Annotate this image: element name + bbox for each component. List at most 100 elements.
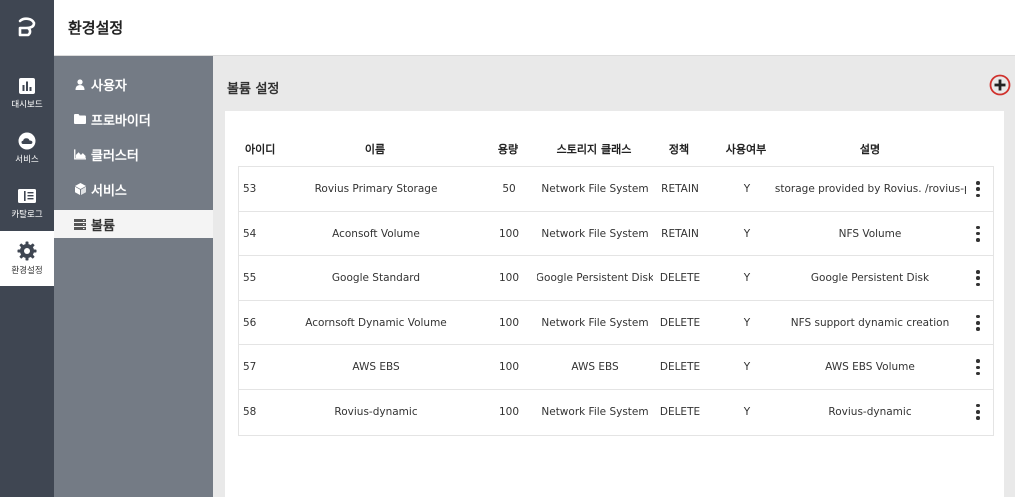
cell-policy: DELETE	[659, 405, 701, 418]
row-menu-icon[interactable]	[975, 314, 981, 331]
cell-storage-class: Network File System	[541, 405, 649, 418]
gear-icon	[17, 241, 37, 261]
cell-policy: DELETE	[659, 316, 701, 329]
cell-description: Google Persistent Disk	[810, 272, 930, 285]
book-icon	[18, 189, 36, 203]
cell-capacity: 100	[498, 227, 520, 240]
cell-policy: RETAIN	[661, 183, 699, 195]
cell-in-use: Y	[743, 405, 751, 418]
cell-name: Google Standard	[331, 272, 421, 285]
cell-storage-class: AWS EBS	[571, 361, 619, 374]
cell-storage-class: Network File System	[541, 227, 649, 240]
icon-rail: 대시보드 서비스 카탈로그 환경설정	[0, 0, 54, 497]
server-icon	[74, 218, 86, 230]
table-row[interactable]: 55 Google Standard 100 Google Persistent…	[239, 256, 993, 301]
row-menu-icon[interactable]	[975, 270, 981, 287]
column-header-capacity: 용량	[497, 143, 519, 156]
bar-chart-icon	[19, 78, 35, 94]
cube-icon	[74, 183, 86, 195]
rail-item-catalog[interactable]: 카탈로그	[0, 176, 54, 231]
main-content: 볼륨 설정 아이디 이름 용량 스토리지 클래스 정책 사용여부 설명 53 R…	[213, 56, 1015, 497]
table-row[interactable]: 58 Rovius-dynamic 100 Network File Syste…	[239, 390, 993, 435]
column-header-policy: 정책	[668, 143, 690, 156]
cloud-icon	[18, 132, 36, 150]
cell-id: 53	[243, 183, 257, 195]
table-header: 아이디 이름 용량 스토리지 클래스 정책 사용여부 설명	[225, 137, 1004, 161]
cell-name: Rovius Primary Storage	[314, 183, 438, 195]
folder-icon	[74, 113, 86, 125]
column-header-in-use: 사용여부	[725, 143, 767, 156]
top-header: 환경설정	[0, 0, 1015, 56]
row-menu-icon[interactable]	[975, 225, 981, 242]
table-body: 53 Rovius Primary Storage 50 Network Fil…	[238, 166, 994, 436]
row-menu-icon[interactable]	[975, 181, 981, 197]
subnav-item-label: 사용자	[91, 78, 127, 94]
cell-policy: RETAIN	[661, 227, 699, 240]
subnav-item-label: 볼륨	[91, 218, 115, 234]
table-row[interactable]: 56 Acornsoft Dynamic Volume 100 Network …	[239, 301, 993, 346]
page-title: 환경설정	[68, 19, 124, 37]
cell-description: NFS Volume	[838, 227, 902, 240]
column-header-description: 설명	[859, 143, 881, 156]
cell-description: NFS support dynamic creation	[790, 316, 950, 329]
cell-description: AWS EBS Volume	[825, 361, 915, 374]
cell-description: The storage provided by Rovius. /rovius-…	[774, 183, 966, 195]
rail-item-dashboard[interactable]: 대시보드	[0, 66, 54, 121]
cell-storage-class: Network File System	[541, 183, 649, 195]
subnav-item-label: 서비스	[91, 183, 127, 199]
app-logo[interactable]	[0, 0, 54, 56]
cell-id: 55	[243, 272, 257, 285]
section-title: 볼륨 설정	[227, 82, 280, 97]
column-header-name: 이름	[364, 143, 386, 156]
subnav-item-services[interactable]: 서비스	[54, 175, 213, 203]
rail-item-label: 서비스	[15, 155, 39, 165]
subnav-item-label: 클러스터	[91, 148, 139, 164]
cell-policy: DELETE	[659, 272, 701, 285]
cell-capacity: 100	[498, 361, 520, 374]
cell-in-use: Y	[743, 227, 751, 240]
cell-id: 54	[243, 227, 257, 240]
volume-table-card: 아이디 이름 용량 스토리지 클래스 정책 사용여부 설명 53 Rovius …	[225, 111, 1004, 497]
cell-storage-class: Network File System	[541, 316, 649, 329]
cell-id: 56	[243, 316, 257, 329]
subnav-item-label: 프로바이더	[91, 113, 151, 129]
subnav-item-volumes[interactable]: 볼륨	[54, 210, 213, 238]
row-menu-icon[interactable]	[975, 403, 981, 420]
cell-id: 57	[243, 361, 257, 374]
table-row[interactable]: 57 AWS EBS 100 AWS EBS DELETE Y AWS EBS …	[239, 345, 993, 390]
column-header-storage-class: 스토리지 클래스	[556, 143, 632, 156]
cell-capacity: 50	[502, 183, 516, 195]
cell-capacity: 100	[498, 405, 520, 418]
cell-in-use: Y	[743, 361, 751, 374]
cell-storage-class: Google Persistent Disk	[537, 272, 653, 285]
subnav-item-providers[interactable]: 프로바이더	[54, 105, 213, 133]
cell-in-use: Y	[743, 316, 751, 329]
user-icon	[74, 78, 86, 90]
add-volume-button[interactable]	[989, 74, 1011, 96]
table-row[interactable]: 53 Rovius Primary Storage 50 Network Fil…	[239, 167, 993, 212]
cell-name: Aconsoft Volume	[332, 227, 420, 240]
rail-item-label: 대시보드	[11, 100, 43, 110]
settings-subnav: 사용자 프로바이더 클러스터 서비스 볼륨	[54, 56, 213, 497]
column-header-id: 아이디	[245, 143, 276, 156]
cell-name: Rovius-dynamic	[334, 405, 418, 418]
row-menu-icon[interactable]	[975, 359, 981, 376]
cell-capacity: 100	[498, 316, 520, 329]
subnav-item-clusters[interactable]: 클러스터	[54, 140, 213, 168]
cell-in-use: Y	[743, 272, 751, 285]
subnav-item-users[interactable]: 사용자	[54, 70, 213, 98]
rail-item-label: 환경설정	[11, 266, 43, 276]
cell-policy: DELETE	[659, 361, 701, 374]
area-chart-icon	[74, 148, 86, 160]
cell-name: Acornsoft Dynamic Volume	[305, 316, 447, 329]
cell-name: AWS EBS	[352, 361, 400, 374]
plus-circle-icon	[989, 74, 1011, 96]
cell-description: Rovius-dynamic	[828, 405, 912, 418]
table-row[interactable]: 54 Aconsoft Volume 100 Network File Syst…	[239, 212, 993, 257]
rail-item-service[interactable]: 서비스	[0, 121, 54, 176]
cell-id: 58	[243, 405, 257, 418]
rail-item-settings[interactable]: 환경설정	[0, 231, 54, 286]
rail-item-label: 카탈로그	[11, 210, 43, 220]
logo-icon	[18, 17, 36, 37]
cell-in-use: Y	[743, 183, 751, 195]
